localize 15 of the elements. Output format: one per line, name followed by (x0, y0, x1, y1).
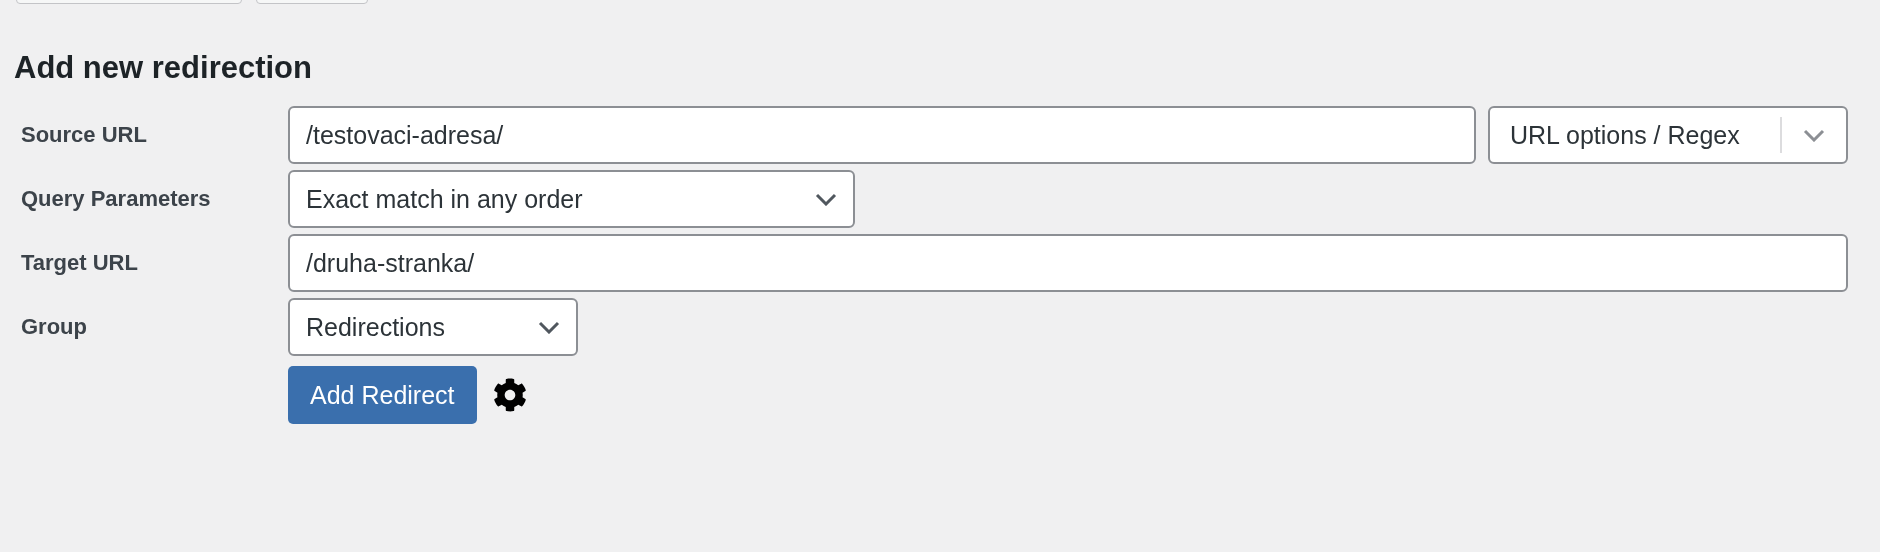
dropdown-select[interactable]: Redirections (288, 298, 578, 356)
chevron-icon (1803, 128, 1825, 142)
section-heading: Add new redirection (14, 49, 312, 87)
add-redirect-button[interactable]: Add Redirect (288, 366, 477, 424)
field-label: Target URL (20, 250, 138, 275)
field-label: Group (20, 314, 87, 339)
chevron-icon (538, 320, 560, 334)
url-input[interactable]: /testovaci-adresa/ (288, 106, 1476, 164)
field-label: Source URL (20, 122, 147, 147)
dropdown-select[interactable]: Exact match in any order (288, 170, 855, 228)
url-options-dropdown[interactable]: URL options / Regex (1488, 106, 1848, 164)
chevron-icon (815, 192, 837, 206)
url-input[interactable]: /druha-stranka/ (288, 234, 1848, 292)
field-label: Query Parameters (20, 186, 211, 211)
settings-icon[interactable] (492, 378, 527, 412)
